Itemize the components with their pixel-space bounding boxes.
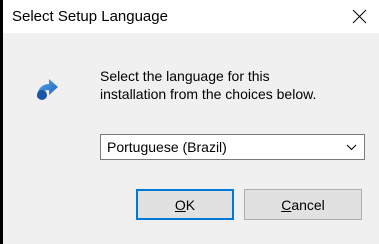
instruction-line-2: installation from the choices below. [100, 86, 317, 102]
chevron-down-icon [346, 144, 357, 151]
close-icon [352, 9, 366, 24]
language-select-value: Portuguese (Brazil) [107, 139, 227, 155]
instruction-line-1: Select the language for this [100, 68, 270, 84]
language-select[interactable]: Portuguese (Brazil) [100, 134, 365, 160]
title-bar: Select Setup Language [3, 0, 379, 33]
cancel-button-label: Cancel [281, 196, 325, 213]
setup-language-dialog: Select Setup Language Select the languag… [3, 0, 379, 244]
instruction-text: Select the language for this installatio… [100, 67, 370, 103]
ok-button-label: OK [174, 196, 196, 213]
dialog-title: Select Setup Language [12, 8, 168, 25]
close-button[interactable] [339, 0, 379, 33]
cancel-button[interactable]: Cancel [244, 189, 362, 220]
ok-button[interactable]: OK [136, 189, 234, 220]
setup-arrow-icon [37, 79, 58, 100]
